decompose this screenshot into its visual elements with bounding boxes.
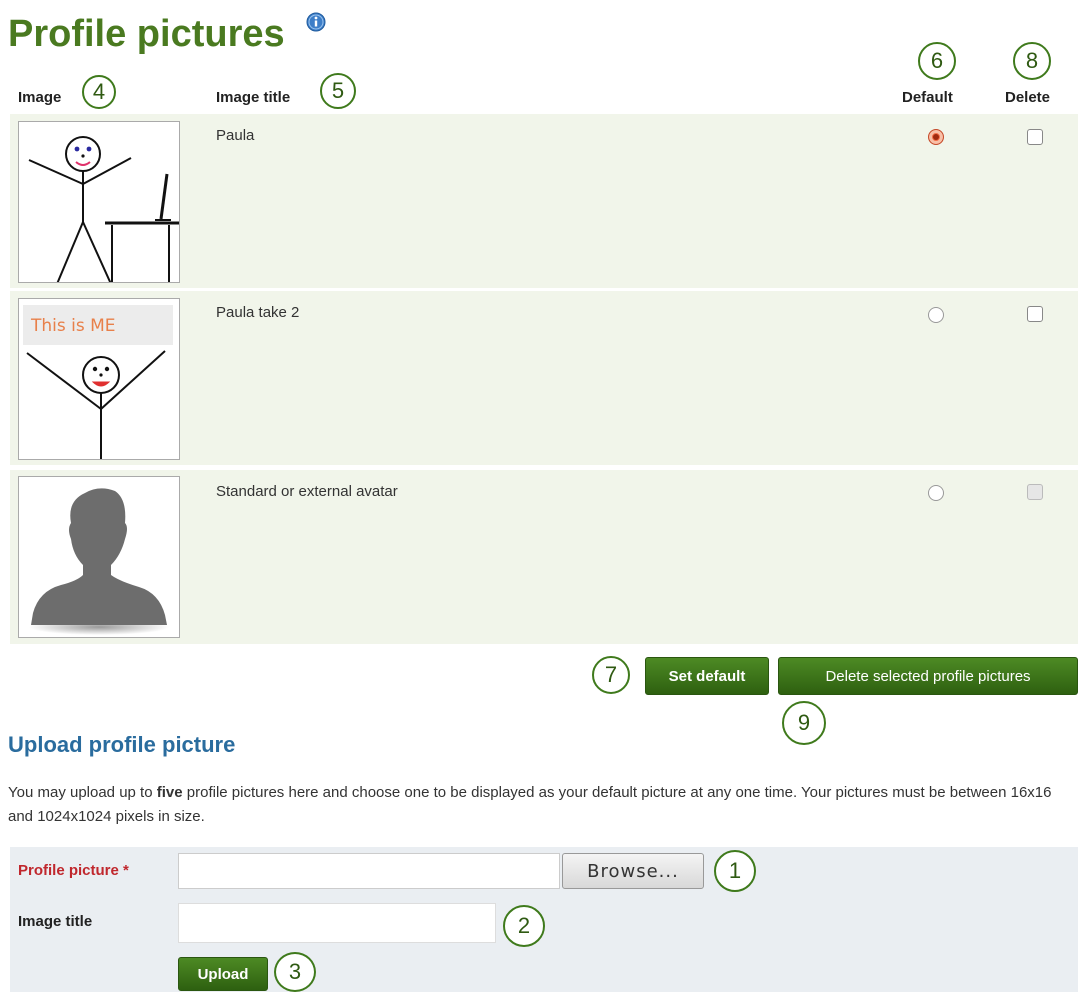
default-radio[interactable] <box>928 485 944 501</box>
row-title: Paula <box>216 127 255 144</box>
default-radio[interactable] <box>928 307 944 323</box>
upload-form: Profile picture * Browse... 1 Image titl… <box>10 847 1078 992</box>
profile-thumbnail <box>18 121 180 283</box>
callout-6: 6 <box>918 42 956 80</box>
default-avatar-icon <box>29 488 169 635</box>
stick-figure-drawing: This is ME <box>23 305 173 459</box>
callout-2: 2 <box>503 905 545 947</box>
page-title: Profile pictures <box>8 13 285 55</box>
callout-4: 4 <box>82 75 116 109</box>
default-radio[interactable] <box>928 129 944 145</box>
info-icon[interactable] <box>306 12 326 32</box>
callout-1: 1 <box>714 850 756 892</box>
callout-5: 5 <box>320 73 356 109</box>
callout-8: 8 <box>1013 42 1051 80</box>
browse-button[interactable]: Browse... <box>562 853 704 889</box>
column-header-default: Default <box>902 89 953 106</box>
delete-checkbox <box>1027 484 1043 500</box>
delete-checkbox[interactable] <box>1027 306 1043 322</box>
drawing-text: This is ME <box>30 316 116 336</box>
column-header-image-title: Image title <box>216 89 291 106</box>
column-header-delete: Delete <box>1005 89 1051 106</box>
delete-selected-button[interactable]: Delete selected profile pictures <box>778 657 1078 695</box>
image-title-input[interactable] <box>178 903 496 943</box>
callout-7: 7 <box>592 656 630 694</box>
image-title-label: Image title <box>18 913 93 930</box>
profile-thumbnail <box>18 476 180 638</box>
upload-section-title: Upload profile picture <box>8 732 236 757</box>
column-header-image: Image <box>18 89 62 106</box>
callout-9: 9 <box>782 701 826 745</box>
profile-picture-label: Profile picture * <box>18 862 129 879</box>
profile-thumbnail: This is ME <box>18 298 180 460</box>
upload-description: You may upload up to five profile pictur… <box>8 784 1052 825</box>
callout-3: 3 <box>274 952 316 992</box>
row-title: Paula take 2 <box>216 304 300 321</box>
delete-checkbox[interactable] <box>1027 129 1043 145</box>
profile-picture-file-input[interactable] <box>178 853 560 889</box>
stick-figure-drawing <box>28 136 179 282</box>
row-title: Standard or external avatar <box>216 483 398 500</box>
set-default-button[interactable]: Set default <box>645 657 769 695</box>
upload-button[interactable]: Upload <box>178 957 268 991</box>
